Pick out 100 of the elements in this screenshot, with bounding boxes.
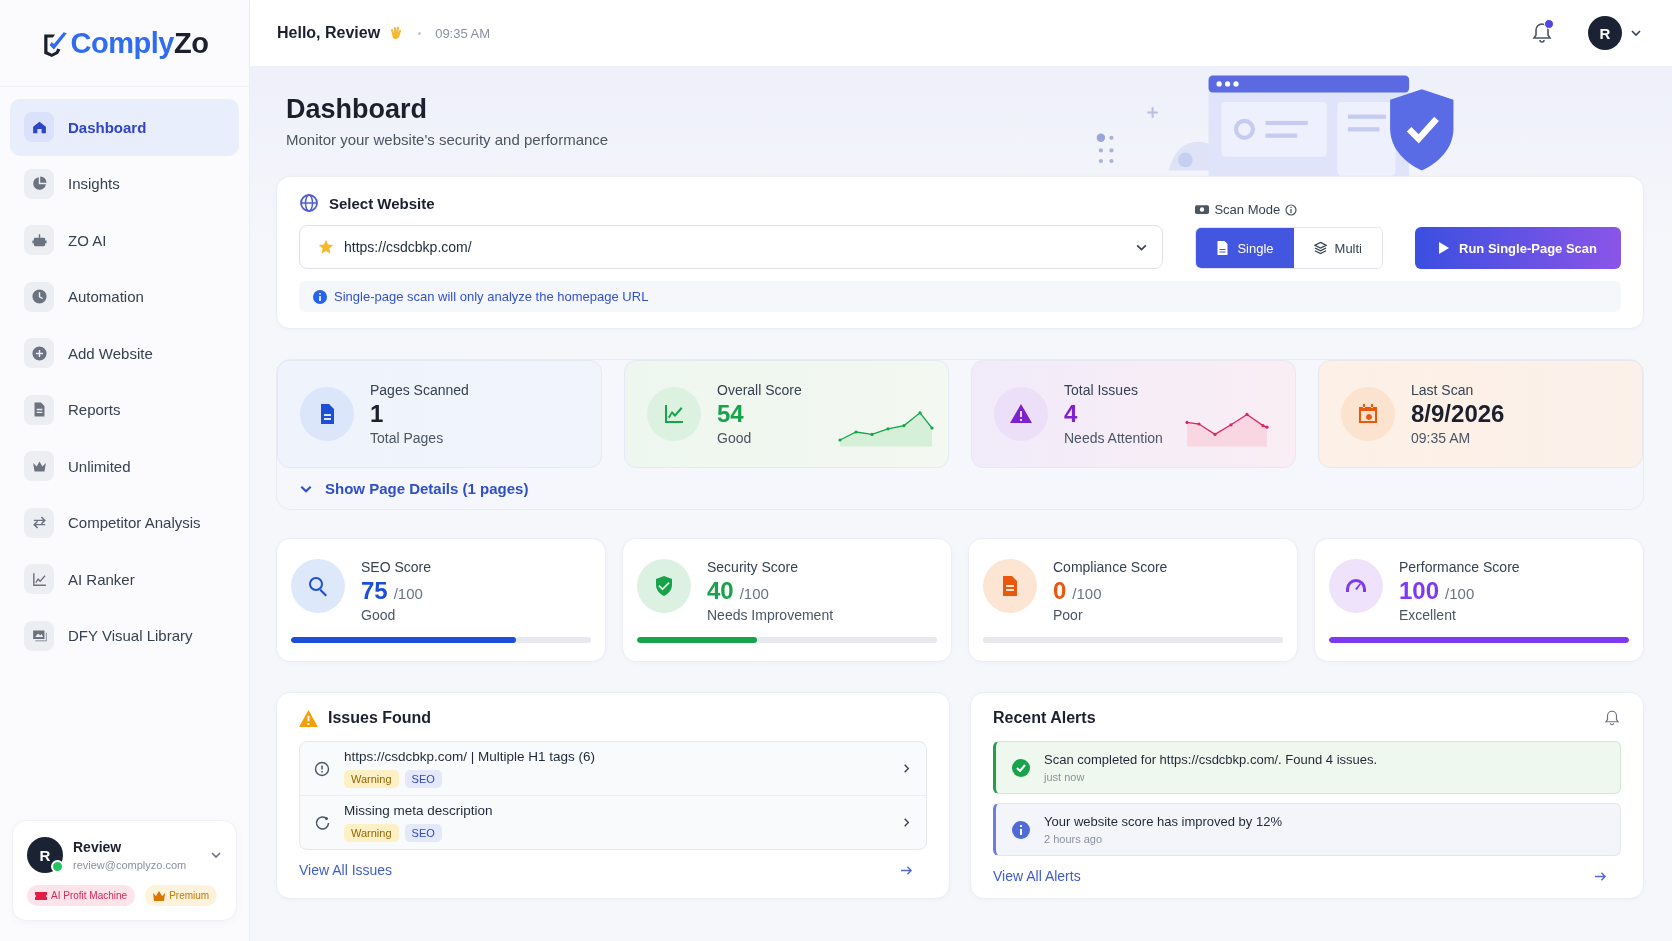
score-label: SEO Score [361,559,432,575]
sidebar-item[interactable]: Dashboard [10,99,239,156]
sidebar-item[interactable]: AI Ranker [10,551,239,608]
line-chart-icon [662,402,686,426]
stat-label: Total Issues [1064,382,1139,398]
line-chart-icon [30,570,48,588]
score-value: 0 [1053,577,1067,605]
score-value: 40 [707,577,734,605]
stat-value: 4 [1064,400,1079,428]
arrow-right-icon[interactable] [1594,870,1607,882]
score-value: 75 [361,577,388,605]
info-icon [313,289,327,304]
score-rating: Needs Improvement [707,607,834,623]
page-subtitle: Monitor your website's security and performance [286,131,609,148]
issue-item[interactable]: Missing meta description Warning SEO [300,795,926,849]
notification-bell-icon[interactable] [1530,21,1554,45]
issue-tag: SEO [404,824,442,842]
score-max: /100 [1072,585,1102,602]
plan-badge: AI Profit Machine [27,885,136,906]
page-details-toggle[interactable]: Show Page Details (1 pages) [277,468,551,509]
website-dropdown[interactable]: https://csdcbkp.com/ [299,225,1164,269]
star-icon [318,239,334,255]
play-icon [1439,242,1449,254]
stat-label: Pages Scanned [370,382,469,398]
document-icon [1216,241,1230,255]
score-rating: Poor [1053,607,1084,623]
chevron-right-icon [901,763,912,774]
layers-icon [1313,241,1327,255]
section-title: Select Website [329,194,435,212]
arrow-right-icon[interactable] [900,864,913,876]
stat-value: 54 [717,400,745,428]
panel-title: Recent Alerts [993,709,1096,727]
user-email: review@complyzo.com [73,859,188,871]
score-rating: Good [361,607,397,623]
header-time: 09:35 AM [435,25,491,41]
warning-icon [299,709,318,727]
user-avatar: R [27,837,63,873]
alert-text: Scan completed for https://csdcbkp.com/. Found 4 issues. [1044,752,1378,767]
sidebar-item[interactable]: Insights [10,155,239,212]
sidebar-item[interactable]: Automation [10,268,239,325]
calendar-icon [1356,402,1380,426]
panel-title: Issues Found [328,709,432,727]
scan-mode-label: Scan Mode [1214,202,1281,217]
note-text: Single-page scan will only analyze the homepage URL [334,289,649,304]
plan-badge: Premium [145,885,218,906]
info-icon [1012,820,1030,839]
scan-mode-tab[interactable]: Single [1196,228,1294,268]
sidebar-item[interactable]: DFY Visual Library [10,607,239,664]
robot-icon [30,231,48,249]
camera-icon [1195,204,1210,215]
alert-text: Your website score has improved by 12% [1044,814,1282,829]
score-max: /100 [739,585,769,602]
greeting: Hello, Review [277,24,381,42]
stat-value: 1 [370,400,385,428]
issue-tag: Warning [344,824,399,842]
stat-caption: Total Pages [370,430,445,446]
score-label: Compliance Score [1053,559,1168,575]
brand-name: ComplyZo [70,26,209,60]
bell-icon[interactable] [1603,709,1621,727]
score-rating: Excellent [1399,607,1457,623]
issue-tag: SEO [404,770,442,788]
ticket-icon [35,890,47,901]
issue-text: https://csdcbkp.com/ | Multiple H1 tags (6) [344,749,597,764]
issue-tag: Warning [344,770,399,788]
view-all-alerts-link[interactable]: View All Alerts [993,868,1081,884]
score-label: Performance Score [1399,559,1520,575]
issue-item[interactable]: https://csdcbkp.com/ | Multiple H1 tags (6) Warning SEO [300,742,926,795]
info-circle-icon [314,760,330,777]
score-max: /100 [393,585,423,602]
sidebar-item[interactable]: Unlimited [10,438,239,495]
score-label: Security Score [707,559,800,575]
view-all-issues-link[interactable]: View All Issues [299,862,393,878]
clock-icon [30,288,48,306]
chevron-down-icon[interactable] [1630,27,1642,39]
stat-label: Overall Score [717,382,802,398]
score-max: /100 [1445,585,1475,602]
score-value: 100 [1399,577,1440,605]
alert-time: 2 hours ago [1044,833,1104,845]
run-scan-button[interactable]: Run Single-Page Scan [1415,227,1621,269]
search-icon [306,574,330,598]
page-title: Dashboard [286,94,429,125]
info-icon [1285,203,1298,216]
user-avatar[interactable]: R [1588,16,1622,50]
sidebar-item[interactable]: Add Website [10,325,239,382]
sidebar-item[interactable]: Competitor Analysis [10,494,239,551]
check-circle-icon [1012,758,1030,777]
sidebar-item[interactable]: Reports [10,381,239,438]
globe-icon [299,193,319,213]
warning-icon [1009,402,1033,426]
crown-icon [153,890,166,901]
chevron-right-icon [901,817,912,828]
stat-caption: Needs Attention [1064,430,1163,446]
stat-value: 8/9/2026 [1411,400,1505,428]
chevron-down-icon[interactable] [210,849,222,861]
stat-caption: 09:35 AM [1411,430,1472,446]
sidebar-item[interactable]: ZO AI [10,212,239,269]
pie-chart-icon [30,175,48,193]
user-name: Review [73,839,123,855]
stat-label: Last Scan [1411,382,1475,398]
issue-text: Missing meta description [344,803,494,818]
